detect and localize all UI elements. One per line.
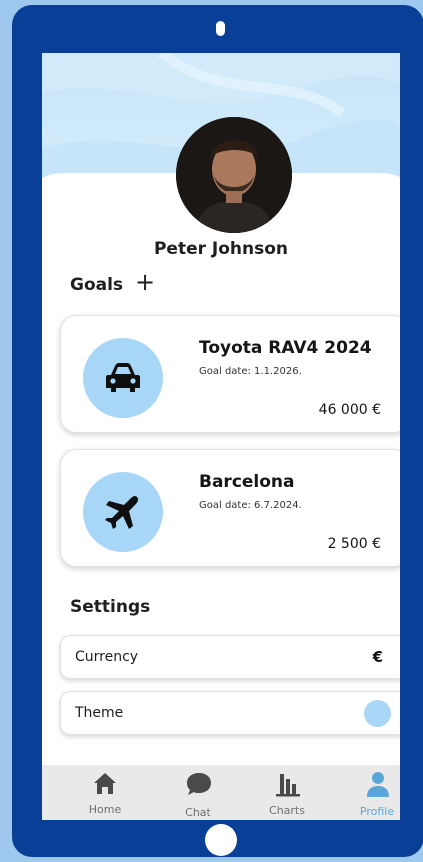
add-goal-button[interactable]: + <box>134 269 156 295</box>
airplane-icon <box>83 472 163 552</box>
nav-charts[interactable]: Charts <box>252 765 322 820</box>
currency-setting[interactable]: Currency € <box>60 635 400 679</box>
goal-date: Goal date: 1.1.2026. <box>199 366 302 377</box>
currency-label: Currency <box>75 649 139 665</box>
goal-card[interactable]: Barcelona Goal date: 6.7.2024. 2 500 € <box>60 449 400 567</box>
profile-screen: Peter Johnson Goals + Toyota RAV4 2024 G… <box>42 53 400 820</box>
user-name: Peter Johnson <box>153 239 289 259</box>
nav-home-label: Home <box>88 803 122 816</box>
car-icon <box>83 338 163 418</box>
bar-chart-icon <box>276 774 300 797</box>
goal-name: Toyota RAV4 2024 <box>199 338 372 358</box>
device-frame: Peter Johnson Goals + Toyota RAV4 2024 G… <box>12 5 423 857</box>
goal-date: Goal date: 6.7.2024. <box>199 500 302 511</box>
nav-chat[interactable]: Chat <box>163 765 233 820</box>
goals-title: Goals <box>70 275 124 295</box>
nav-chat-label: Chat <box>185 806 211 819</box>
theme-setting[interactable]: Theme <box>60 691 400 735</box>
goal-name: Barcelona <box>199 472 295 492</box>
nav-profile-label: Profile <box>359 805 395 818</box>
settings-title: Settings <box>70 597 151 617</box>
nav-profile[interactable]: Profile <box>342 765 400 820</box>
home-icon <box>94 773 116 794</box>
device-home-button[interactable] <box>205 824 237 856</box>
bottom-nav: Home Chat Charts Profile <box>42 765 400 820</box>
goal-amount: 46 000 € <box>318 402 381 418</box>
chat-icon <box>187 773 211 795</box>
theme-label: Theme <box>75 705 124 721</box>
nav-home[interactable]: Home <box>70 765 140 820</box>
camera-dot <box>216 21 225 36</box>
goal-card[interactable]: Toyota RAV4 2024 Goal date: 1.1.2026. 46… <box>60 315 400 433</box>
avatar[interactable] <box>176 117 292 233</box>
currency-value: € <box>372 648 383 666</box>
nav-charts-label: Charts <box>269 804 305 817</box>
goal-amount: 2 500 € <box>327 536 381 552</box>
person-icon <box>367 772 389 797</box>
theme-color-swatch[interactable] <box>364 700 391 727</box>
